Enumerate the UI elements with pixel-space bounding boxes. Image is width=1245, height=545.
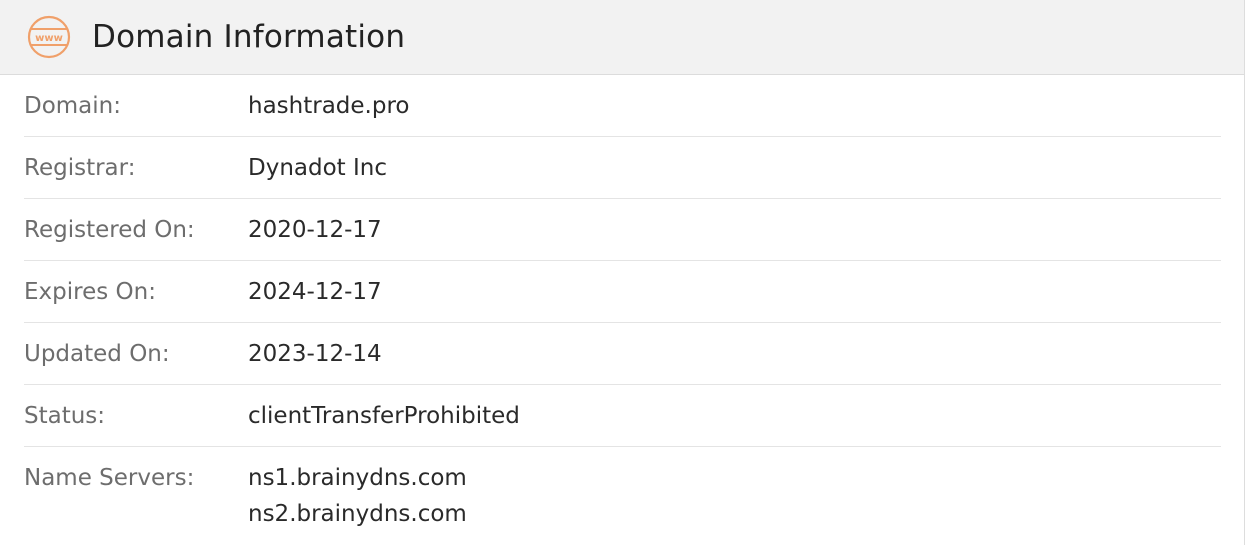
domain-information-panel: www Domain Information Domain: hashtrade… — [0, 0, 1245, 545]
row-value: 2024-12-17 — [248, 279, 382, 305]
table-row-name-servers: Name Servers: ns1.brainydns.com ns2.brai… — [24, 447, 1221, 532]
row-label: Updated On: — [24, 341, 170, 367]
svg-text:www: www — [35, 33, 63, 44]
table-row-registered-on: Registered On: 2020-12-17 — [24, 199, 1221, 261]
www-icon: www — [26, 14, 72, 60]
row-label: Registrar: — [24, 155, 136, 181]
row-label: Status: — [24, 403, 106, 429]
table-row-domain: Domain: hashtrade.pro — [24, 75, 1221, 137]
row-value: clientTransferProhibited — [248, 403, 520, 429]
row-label: Expires On: — [24, 279, 156, 305]
panel-title: Domain Information — [92, 19, 406, 55]
info-table: Domain: hashtrade.pro Registrar: Dynadot… — [0, 75, 1244, 532]
name-server-value: ns2.brainydns.com — [248, 501, 467, 527]
row-value: Dynadot Inc — [248, 155, 387, 181]
table-row-registrar: Registrar: Dynadot Inc — [24, 137, 1221, 199]
row-label: Name Servers: — [24, 465, 195, 491]
name-server-value: ns1.brainydns.com — [248, 465, 467, 491]
row-value: 2020-12-17 — [248, 217, 382, 243]
table-row-updated-on: Updated On: 2023-12-14 — [24, 323, 1221, 385]
name-server-list: ns1.brainydns.com ns2.brainydns.com — [248, 460, 467, 532]
row-value: hashtrade.pro — [248, 93, 410, 119]
row-value: 2023-12-14 — [248, 341, 382, 367]
row-label: Domain: — [24, 93, 121, 119]
row-label: Registered On: — [24, 217, 195, 243]
panel-header: www Domain Information — [0, 0, 1244, 75]
table-row-status: Status: clientTransferProhibited — [24, 385, 1221, 447]
table-row-expires-on: Expires On: 2024-12-17 — [24, 261, 1221, 323]
